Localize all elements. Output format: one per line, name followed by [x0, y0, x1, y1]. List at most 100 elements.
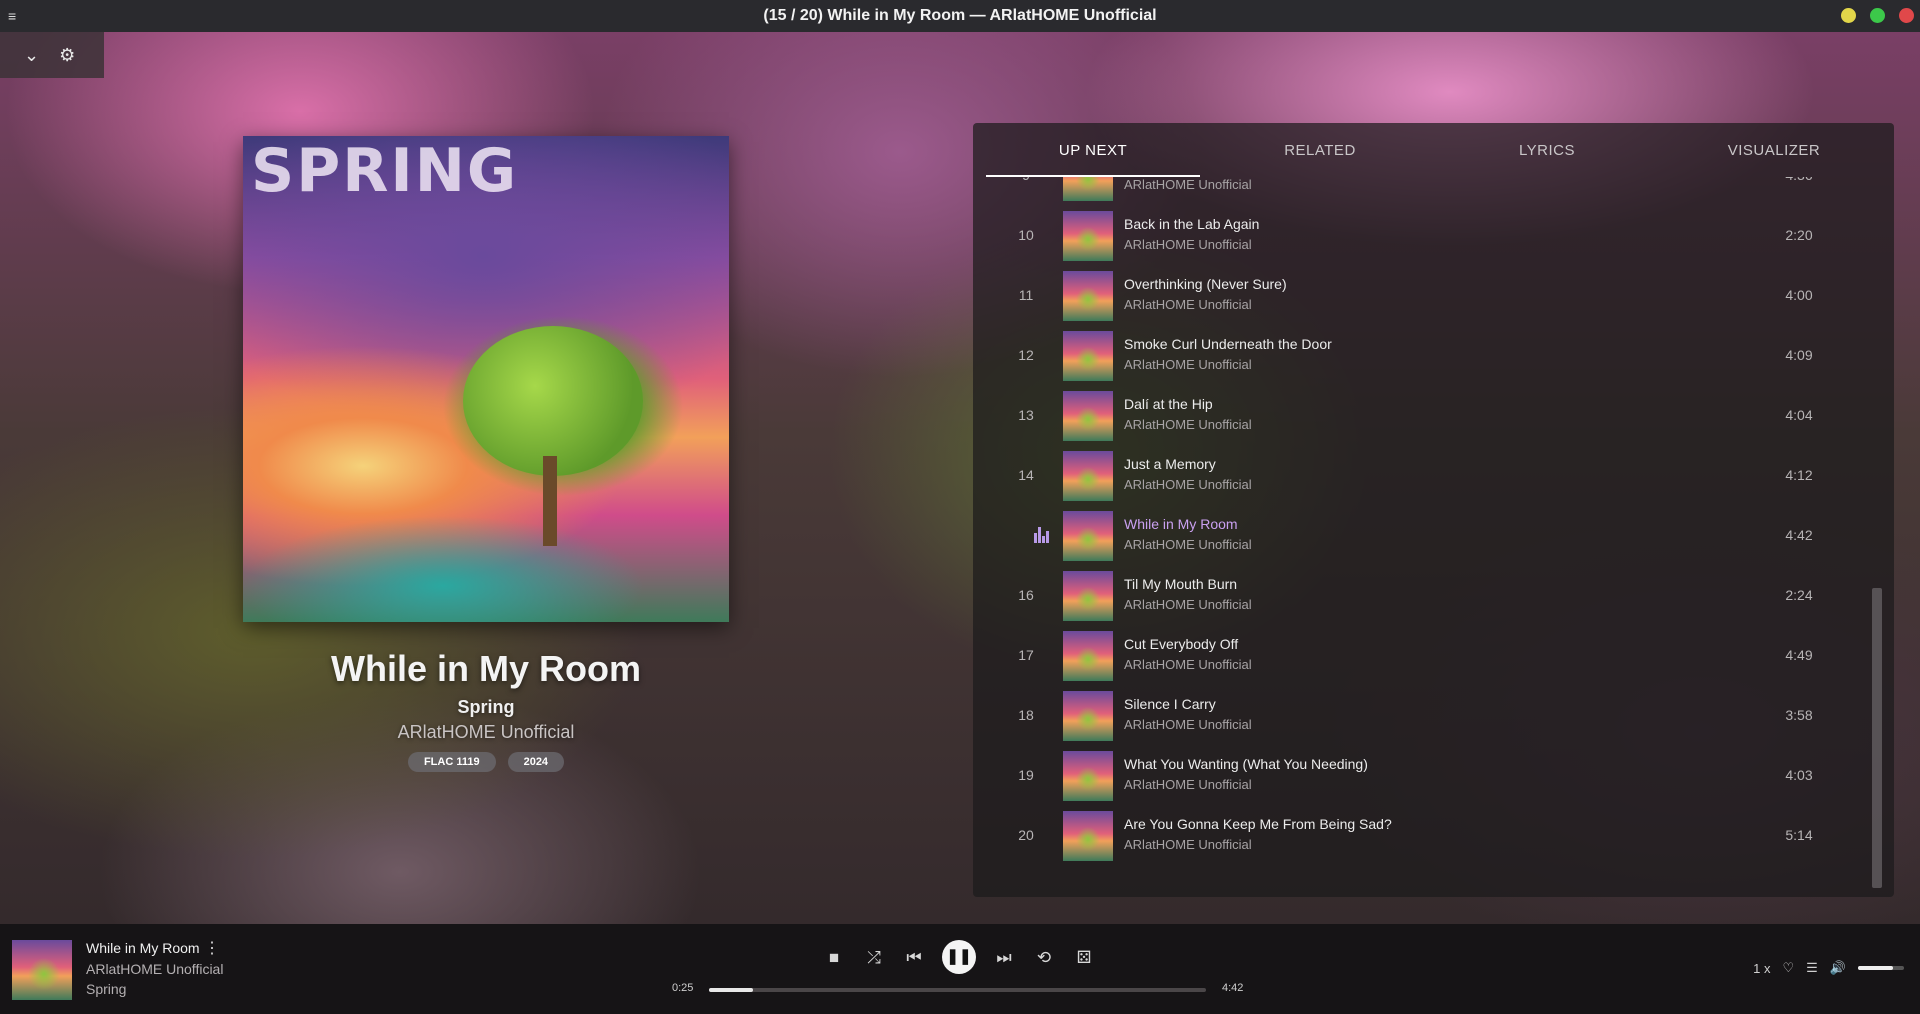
- year-badge: 2024: [507, 752, 565, 772]
- track-number: 18: [1018, 707, 1034, 723]
- track-number: 19: [1018, 767, 1034, 783]
- track-artist: ARlatHOME Unofficial: [1124, 177, 1252, 192]
- player-artist[interactable]: ARlatHOME Unofficial: [86, 961, 223, 977]
- minimize-button[interactable]: [1841, 8, 1856, 23]
- volume-slider[interactable]: [1858, 966, 1904, 970]
- queue-scrollbar[interactable]: [1872, 177, 1882, 897]
- queue-row[interactable]: 19 What You Wanting (What You Needing) ARl…: [973, 746, 1873, 806]
- track-thumbnail: [1063, 391, 1113, 441]
- track-artist: ARlatHOME Unofficial: [1124, 717, 1252, 732]
- track-thumbnail: [1063, 451, 1113, 501]
- heart-icon[interactable]: ♡: [1783, 960, 1795, 976]
- tab-related[interactable]: RELATED: [1213, 123, 1427, 177]
- track-artist: ARlatHOME Unofficial: [1124, 357, 1252, 372]
- track-thumbnail: [1063, 177, 1113, 201]
- elapsed-time: 0:25: [672, 982, 694, 994]
- track-number: 11: [1018, 287, 1034, 303]
- player-album[interactable]: Spring: [86, 981, 126, 997]
- track-title: While in My Room: [1124, 516, 1238, 532]
- track-duration: 2:24: [1785, 587, 1813, 603]
- track-title: Back in the Lab Again: [1124, 216, 1260, 232]
- panel-tabs: UP NEXT RELATED LYRICS VISUALIZER: [986, 123, 1894, 177]
- track-artist: ARlatHOME Unofficial: [1124, 537, 1252, 552]
- track-thumbnail: [1063, 811, 1113, 861]
- queue-row[interactable]: 16 Til My Mouth Burn ARlatHOME Unofficial 2…: [973, 566, 1873, 626]
- speed-button[interactable]: 1 x: [1753, 961, 1770, 976]
- total-time: 4:42: [1222, 982, 1244, 994]
- close-button[interactable]: [1899, 8, 1914, 23]
- track-duration: 4:36: [1759, 177, 1839, 183]
- track-number: 12: [1018, 347, 1034, 363]
- title-bar: ≡ (15 / 20) While in My Room — ARlatHOME…: [0, 0, 1920, 32]
- track-title: Cut Everybody Off: [1124, 636, 1239, 652]
- dice-icon[interactable]: ⚄: [1070, 944, 1098, 972]
- player-album-thumb[interactable]: [12, 940, 72, 1000]
- track-thumbnail: [1063, 571, 1113, 621]
- gear-icon[interactable]: ⚙: [59, 45, 75, 66]
- track-title: Just a Memory: [1124, 456, 1216, 472]
- queue-row[interactable]: 17 Cut Everybody Off ARlatHOME Unofficial 4…: [973, 626, 1873, 686]
- next-icon[interactable]: ⏭: [990, 944, 1018, 972]
- track-thumbnail: [1063, 331, 1113, 381]
- track-artist: ARlatHOME Unofficial: [1124, 477, 1252, 492]
- track-thumbnail: [1063, 511, 1113, 561]
- track-title: What You Wanting (What You Needing): [1124, 756, 1368, 772]
- tab-up-next[interactable]: UP NEXT: [986, 123, 1200, 177]
- repeat-icon[interactable]: ⟲: [1030, 944, 1058, 972]
- now-playing-artist[interactable]: ARlatHOME Unofficial: [243, 722, 729, 743]
- track-artist: ARlatHOME Unofficial: [1124, 297, 1252, 312]
- shuffle-icon[interactable]: ⤮: [860, 944, 888, 972]
- queue-row[interactable]: 10 Back in the Lab Again ARlatHOME Unoffic…: [973, 206, 1873, 266]
- queue-row[interactable]: 11 Overthinking (Never Sure) ARlatHOME Uno…: [973, 266, 1873, 326]
- window-title: (15 / 20) While in My Room — ARlatHOME U…: [763, 7, 1157, 24]
- track-artist: ARlatHOME Unofficial: [1124, 597, 1252, 612]
- queue-row-playing[interactable]: While in My Room ARlatHOME Unofficial 4:42: [973, 506, 1873, 566]
- now-playing-title: While in My Room: [331, 648, 641, 689]
- track-number: 20: [1018, 827, 1034, 843]
- queue-row[interactable]: 18 Silence I Carry ARlatHOME Unofficial 3:5…: [973, 686, 1873, 746]
- progress-bar[interactable]: [709, 988, 1206, 992]
- track-artist: ARlatHOME Unofficial: [1124, 417, 1252, 432]
- track-artist: ARlatHOME Unofficial: [1124, 237, 1252, 252]
- queue-icon[interactable]: ☰: [1806, 960, 1818, 976]
- queue-row[interactable]: 20 Are You Gonna Keep Me From Being Sad? A…: [973, 806, 1873, 866]
- track-duration: 4:49: [1785, 647, 1813, 663]
- queue-row[interactable]: 14 Just a Memory ARlatHOME Unofficial 4:12: [973, 446, 1873, 506]
- scrollbar-thumb[interactable]: [1872, 588, 1882, 888]
- now-playing-album[interactable]: Spring: [243, 697, 729, 718]
- track-thumbnail: [1063, 691, 1113, 741]
- player-title[interactable]: While in My Room: [86, 940, 200, 956]
- chevron-down-icon[interactable]: ⌄: [24, 45, 39, 66]
- queue-list: 9 ARlatHOME Unofficial 4:36 10 Back in the L…: [973, 177, 1894, 897]
- track-artist: ARlatHOME Unofficial: [1124, 657, 1252, 672]
- volume-icon[interactable]: 🔊: [1830, 960, 1846, 976]
- pause-icon[interactable]: ❚❚: [942, 940, 976, 974]
- progress-fill: [709, 988, 754, 992]
- track-number: 13: [1018, 407, 1034, 423]
- player-bar: While in My Room ⋮ ARlatHOME Unofficial …: [0, 924, 1920, 1014]
- side-panel: UP NEXT RELATED LYRICS VISUALIZER 9 ARlat…: [973, 123, 1894, 897]
- album-art-text: SPRING: [251, 136, 519, 206]
- track-duration: 4:00: [1785, 287, 1813, 303]
- track-title: Silence I Carry: [1124, 696, 1216, 712]
- more-vertical-icon[interactable]: ⋮: [204, 938, 220, 958]
- track-duration: 4:42: [1785, 527, 1813, 543]
- art-trunk: [543, 456, 557, 546]
- track-duration: 2:20: [1785, 227, 1813, 243]
- track-duration: 4:04: [1785, 407, 1813, 423]
- previous-icon[interactable]: ⏮: [900, 944, 928, 972]
- playback-controls: ■ ⤮ ⏮ ❚❚ ⏭ ⟲ ⚄: [820, 940, 1100, 976]
- hamburger-icon[interactable]: ≡: [8, 8, 16, 24]
- track-number: 9: [991, 177, 1061, 183]
- stop-icon[interactable]: ■: [820, 944, 848, 972]
- track-title: Smoke Curl Underneath the Door: [1124, 336, 1332, 352]
- queue-row[interactable]: 12 Smoke Curl Underneath the Door ARlatHOM…: [973, 326, 1873, 386]
- queue-row[interactable]: 9 ARlatHOME Unofficial 4:36: [973, 177, 1873, 206]
- track-number: 14: [1018, 467, 1034, 483]
- window-controls: [1841, 8, 1914, 23]
- queue-row[interactable]: 13 Dalí at the Hip ARlatHOME Unofficial 4:0…: [973, 386, 1873, 446]
- tab-visualizer[interactable]: VISUALIZER: [1667, 123, 1881, 177]
- track-number: 17: [1018, 647, 1034, 663]
- maximize-button[interactable]: [1870, 8, 1885, 23]
- tab-lyrics[interactable]: LYRICS: [1440, 123, 1654, 177]
